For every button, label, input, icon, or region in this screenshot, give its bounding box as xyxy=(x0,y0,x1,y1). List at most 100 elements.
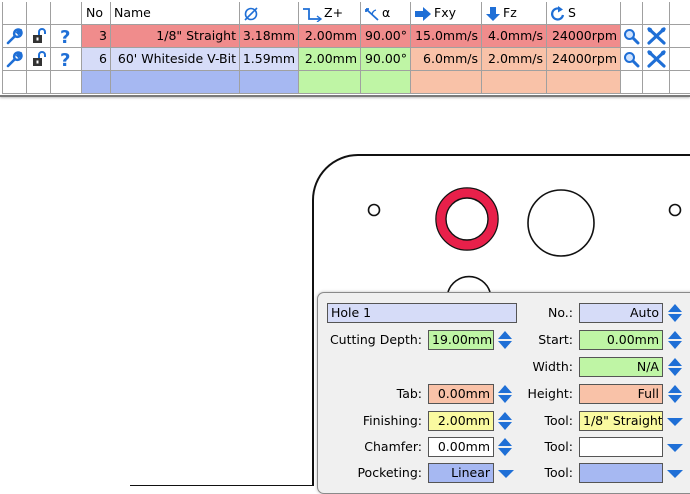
tool2-select[interactable] xyxy=(579,437,663,457)
empty-cell xyxy=(643,71,670,93)
lock-toggle[interactable] xyxy=(27,25,51,47)
chamfer-label: Chamfer: xyxy=(364,439,422,454)
height-spinner[interactable] xyxy=(667,384,683,404)
tool-spindle[interactable]: 24000rpm xyxy=(547,25,621,47)
header-feed-z[interactable]: Fz xyxy=(482,2,547,24)
tool-z-depth[interactable]: 2.00mm xyxy=(299,48,361,70)
tool2-dropdown-icon[interactable] xyxy=(666,437,684,457)
start-field[interactable]: 0.00mm xyxy=(579,330,663,350)
cutting-depth-spinner[interactable] xyxy=(497,330,513,350)
chamfer-spinner[interactable] xyxy=(497,437,513,457)
new-tool-feed-z[interactable] xyxy=(482,71,547,93)
pocketing-select[interactable]: Linear xyxy=(428,463,494,483)
tool1-dropdown-icon[interactable] xyxy=(666,411,684,431)
finishing-field[interactable]: 2.00mm xyxy=(428,411,494,431)
tool-no[interactable]: 6 xyxy=(82,48,111,70)
z-step-icon xyxy=(303,7,322,22)
cutting-depth-field[interactable]: 19.00mm xyxy=(428,330,494,350)
header-z-depth[interactable]: Z+ xyxy=(299,2,361,24)
tool3-label: Tool: xyxy=(544,465,574,480)
empty-cell xyxy=(27,71,51,93)
angle-icon xyxy=(365,7,379,21)
height-field[interactable]: Full xyxy=(579,384,663,404)
rotate-icon xyxy=(551,5,565,21)
header-fz-label: Fz xyxy=(503,5,517,20)
new-tool-feed-xy[interactable] xyxy=(411,71,482,93)
tool-row[interactable]: ? 6 60' Whiteside V-Bit 1.59mm 2.00mm 90… xyxy=(2,48,690,71)
new-tool-diameter[interactable] xyxy=(240,71,299,93)
new-tool-row[interactable] xyxy=(2,71,690,94)
tab-spinner[interactable] xyxy=(497,384,513,404)
chamfer-field[interactable]: 0.00mm xyxy=(428,437,494,457)
help-button[interactable]: ? xyxy=(51,48,82,70)
help-button[interactable]: ? xyxy=(51,25,82,47)
edit-tool-button[interactable] xyxy=(2,48,27,70)
edit-tool-button[interactable] xyxy=(2,25,27,47)
tool-angle[interactable]: 90.00° xyxy=(361,25,411,47)
svg-text:?: ? xyxy=(60,50,70,68)
finishing-spinner[interactable] xyxy=(497,411,513,431)
header-z-label: Z+ xyxy=(324,5,344,20)
unlocked-icon xyxy=(32,50,46,66)
arrow-down-icon xyxy=(486,6,500,21)
large-hole[interactable] xyxy=(527,189,595,257)
magnifier-icon xyxy=(624,51,640,67)
tool-row[interactable]: ? 3 1/8" Straight 3.18mm 2.00mm 90.00° 1… xyxy=(2,25,690,48)
width-spinner[interactable] xyxy=(667,357,683,377)
tool-angle[interactable]: 90.00° xyxy=(361,48,411,70)
empty-cell xyxy=(51,71,82,93)
tool2-label: Tool: xyxy=(544,439,574,454)
tool1-select[interactable]: 1/8" Straight xyxy=(579,411,663,431)
lock-toggle[interactable] xyxy=(27,48,51,70)
new-tool-angle[interactable] xyxy=(361,71,411,93)
finishing-label: Finishing: xyxy=(362,413,422,428)
header-no[interactable]: No xyxy=(82,2,111,24)
empty-cell xyxy=(2,71,27,93)
remove-tool-button[interactable] xyxy=(643,48,670,70)
tool3-select[interactable] xyxy=(579,463,663,483)
hole-properties-panel: Hole 1 Cutting Depth: 19.00mm Tab: 0.00m… xyxy=(317,292,690,494)
find-tool-button[interactable] xyxy=(621,25,643,47)
tool1-label: Tool: xyxy=(544,413,574,428)
tool-z-depth[interactable]: 2.00mm xyxy=(299,25,361,47)
find-tool-button[interactable] xyxy=(621,48,643,70)
no-field[interactable]: Auto xyxy=(579,303,663,323)
header-diameter[interactable] xyxy=(240,2,299,24)
tool3-dropdown-icon[interactable] xyxy=(666,463,684,483)
tool-no[interactable]: 3 xyxy=(82,25,111,47)
wrench-icon xyxy=(6,50,23,67)
tool-diameter[interactable]: 1.59mm xyxy=(240,48,299,70)
tool-feed-xy[interactable]: 15.0mm/s xyxy=(411,25,482,47)
cross-tools-icon xyxy=(646,27,666,45)
tool-spindle[interactable]: 24000rpm xyxy=(547,48,621,70)
tool-name[interactable]: 60' Whiteside V-Bit xyxy=(111,48,240,70)
new-tool-name[interactable] xyxy=(111,71,240,93)
no-spinner[interactable] xyxy=(667,303,683,323)
new-tool-spindle[interactable] xyxy=(547,71,621,93)
small-hole-left[interactable] xyxy=(367,203,381,217)
header-blank-4 xyxy=(621,2,643,24)
header-spindle-speed[interactable]: S xyxy=(547,2,621,24)
header-angle[interactable]: α xyxy=(361,2,411,24)
tab-field[interactable]: 0.00mm xyxy=(428,384,494,404)
tool-feed-z[interactable]: 2.0mm/s xyxy=(482,48,547,70)
header-name[interactable]: Name xyxy=(111,2,240,24)
pocketing-dropdown-icon[interactable] xyxy=(497,463,515,483)
small-hole-right[interactable] xyxy=(668,203,682,217)
tool-feed-z[interactable]: 4.0mm/s xyxy=(482,25,547,47)
hole-name-field[interactable]: Hole 1 xyxy=(327,303,517,323)
tool-diameter[interactable]: 3.18mm xyxy=(240,25,299,47)
tool-name[interactable]: 1/8" Straight xyxy=(111,25,240,47)
tab-label: Tab: xyxy=(396,386,422,401)
partial-shape[interactable] xyxy=(447,275,491,293)
new-tool-z-depth[interactable] xyxy=(299,71,361,93)
start-spinner[interactable] xyxy=(667,330,683,350)
tool-feed-xy[interactable]: 6.0mm/s xyxy=(411,48,482,70)
header-fxy-label: Fxy xyxy=(434,5,456,20)
remove-tool-button[interactable] xyxy=(643,25,670,47)
header-feed-xy[interactable]: Fxy xyxy=(411,2,482,24)
question-icon: ? xyxy=(60,50,70,68)
new-tool-no[interactable] xyxy=(82,71,111,93)
unlocked-icon xyxy=(32,27,46,43)
width-field[interactable]: N/A xyxy=(579,357,663,377)
